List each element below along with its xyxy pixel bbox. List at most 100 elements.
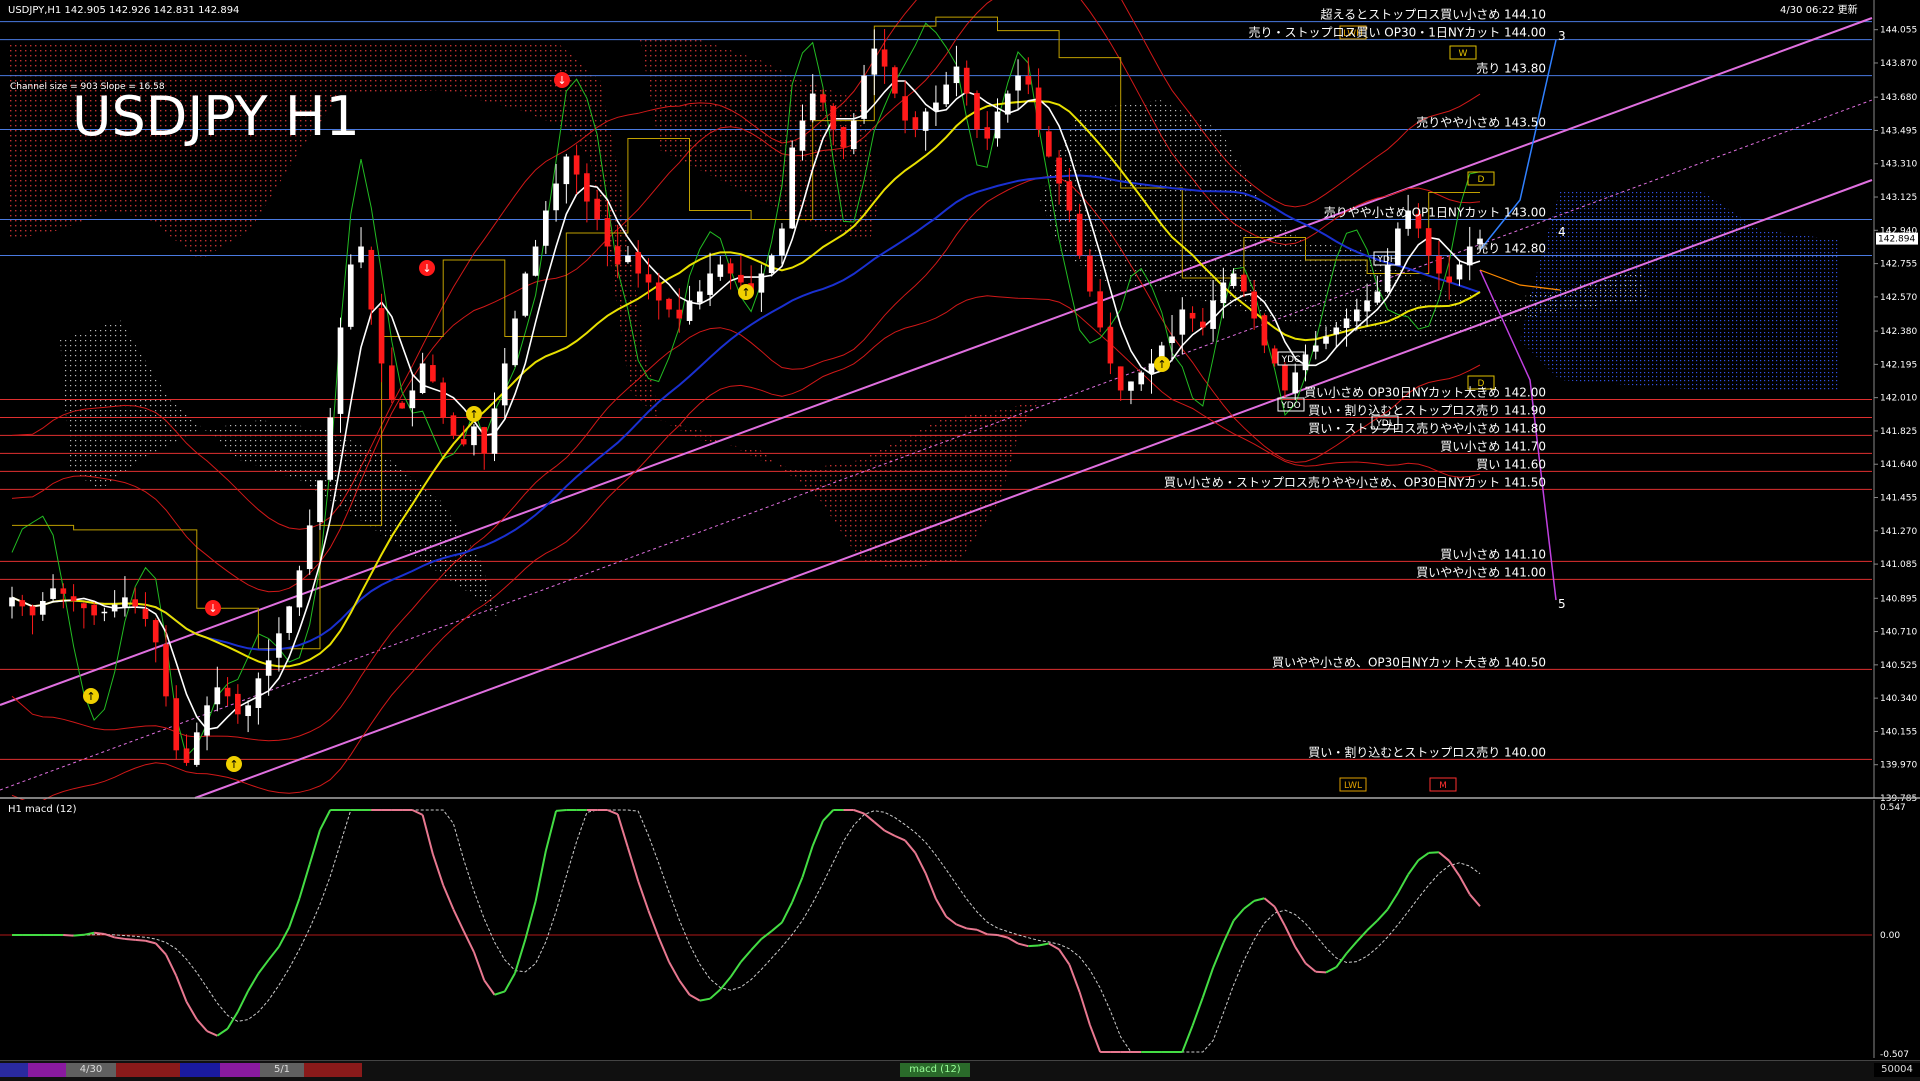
candle-body xyxy=(1230,273,1237,286)
candle-body xyxy=(1425,228,1432,256)
axis-tick-label: 142.380 xyxy=(1880,327,1917,337)
candle-body xyxy=(440,382,446,418)
candle-body xyxy=(789,147,796,229)
candle-body xyxy=(501,363,508,406)
candle-body xyxy=(717,264,724,277)
candle-body xyxy=(512,318,518,366)
candle-body xyxy=(1046,131,1052,157)
candle-body xyxy=(532,246,539,276)
wave-label: 3 xyxy=(1558,29,1566,43)
candle-body xyxy=(1271,348,1278,364)
level-label: 買い・割り込むとストップロス売り 140.00 xyxy=(1308,744,1546,759)
candle-body xyxy=(1333,327,1340,335)
candle-body xyxy=(1148,363,1155,373)
candle-body xyxy=(542,210,549,246)
signal-arrow-glyph: ↓ xyxy=(208,602,217,615)
candle-body xyxy=(142,608,149,619)
candle-body xyxy=(224,687,231,697)
macd-panel[interactable]: H1 macd (12) 0.547 0.00 -0.507 xyxy=(0,800,1909,1060)
candle-body xyxy=(974,93,980,130)
candle-body xyxy=(984,127,991,139)
candle-body xyxy=(666,298,672,310)
tab-color-4[interactable] xyxy=(180,1063,220,1077)
candle-body xyxy=(214,687,221,705)
axis-tick-label: 140.525 xyxy=(1880,661,1917,671)
candle-body xyxy=(1138,372,1145,385)
candle-body xyxy=(1117,366,1124,391)
axis-tick-label: 140.340 xyxy=(1880,694,1917,704)
candle-body xyxy=(235,693,241,715)
candle-body xyxy=(245,705,251,717)
candle-body xyxy=(779,228,785,256)
signal-arrow-glyph: ↑ xyxy=(229,758,238,771)
candle-body xyxy=(409,390,416,409)
candle-body xyxy=(953,66,960,84)
macd-line-segment xyxy=(73,933,84,937)
macd-line-segment xyxy=(135,938,146,942)
level-label: 買い 141.60 xyxy=(1476,457,1546,471)
candle-body xyxy=(584,173,590,202)
tab-color-2[interactable] xyxy=(28,1063,66,1077)
candle-body xyxy=(799,120,806,151)
candle-body xyxy=(1456,264,1463,280)
level-label: 売り 142.80 xyxy=(1476,241,1546,256)
candle-body xyxy=(850,120,857,150)
candle-body xyxy=(1312,345,1319,352)
candle-body xyxy=(50,588,56,599)
candle-body xyxy=(1107,326,1114,364)
candle-body xyxy=(1251,291,1257,319)
tab-color-6[interactable] xyxy=(304,1063,362,1077)
macd-line-segment xyxy=(966,927,978,931)
wave-label: 4 xyxy=(1558,225,1566,239)
macd-line-segment xyxy=(94,931,105,935)
axis-tick-label: 140.895 xyxy=(1880,594,1917,604)
candle-body xyxy=(306,525,313,570)
candle-body xyxy=(820,94,826,103)
tab-color-1[interactable] xyxy=(0,1063,28,1077)
wave-label: 5 xyxy=(1558,597,1566,611)
candle-body xyxy=(481,427,488,454)
candle-body xyxy=(450,415,457,436)
candle-body xyxy=(358,246,364,263)
candle-body xyxy=(1343,318,1350,328)
current-price-label: 142.894 xyxy=(1878,235,1915,245)
candle-body xyxy=(840,127,847,148)
price-chart[interactable]: 345 YDHYDLYDCYDOLWHLWLWDDM↑↑↑↑↑↓↓↓ 超えるとス… xyxy=(0,0,1920,1080)
tab-color-3[interactable] xyxy=(116,1063,180,1077)
axis-tick-label: 141.825 xyxy=(1880,427,1917,437)
candle-body xyxy=(1446,276,1453,283)
axis-tick-label: 142.010 xyxy=(1880,394,1917,404)
candle-body xyxy=(1169,336,1175,344)
level-label: 売り 143.80 xyxy=(1476,61,1546,76)
marker-label: D xyxy=(1478,175,1485,185)
macd-line-segment xyxy=(1428,851,1440,854)
candle-body xyxy=(861,75,867,119)
bottom-tab-bar: 4/30 5/1 macd (12) 50004 xyxy=(0,1060,1920,1081)
axis-tick-label: 143.495 xyxy=(1880,126,1917,136)
candle-body xyxy=(625,255,631,263)
candle-body xyxy=(1200,321,1206,328)
tab-date-1[interactable]: 4/30 xyxy=(66,1063,116,1077)
candle-body xyxy=(645,274,652,283)
signal-arrow-glyph: ↑ xyxy=(741,286,750,299)
candle-body xyxy=(183,748,190,763)
macd-line-segment xyxy=(1315,970,1327,974)
marker-label: YDO xyxy=(1280,401,1301,411)
candle-body xyxy=(1364,300,1370,312)
candle-body xyxy=(738,274,744,283)
axis-tick-label: 139.970 xyxy=(1880,761,1917,771)
axis-tick-label: 142.755 xyxy=(1880,260,1917,270)
level-label: 売り・ストップロス買い OP30・1日NYカット 144.00 xyxy=(1248,25,1546,40)
candle-body xyxy=(399,402,405,409)
tab-macd[interactable]: macd (12) xyxy=(900,1063,970,1077)
marker-label: M xyxy=(1439,781,1447,791)
tab-date-2[interactable]: 5/1 xyxy=(260,1063,304,1077)
candle-body xyxy=(317,480,323,523)
candle-body xyxy=(768,255,775,274)
macd-line-segment xyxy=(555,809,567,812)
candle-body xyxy=(1282,364,1288,391)
candle-body xyxy=(614,246,621,265)
candle-body xyxy=(132,599,139,607)
candle-body xyxy=(1210,300,1216,329)
tab-color-5[interactable] xyxy=(220,1063,260,1077)
